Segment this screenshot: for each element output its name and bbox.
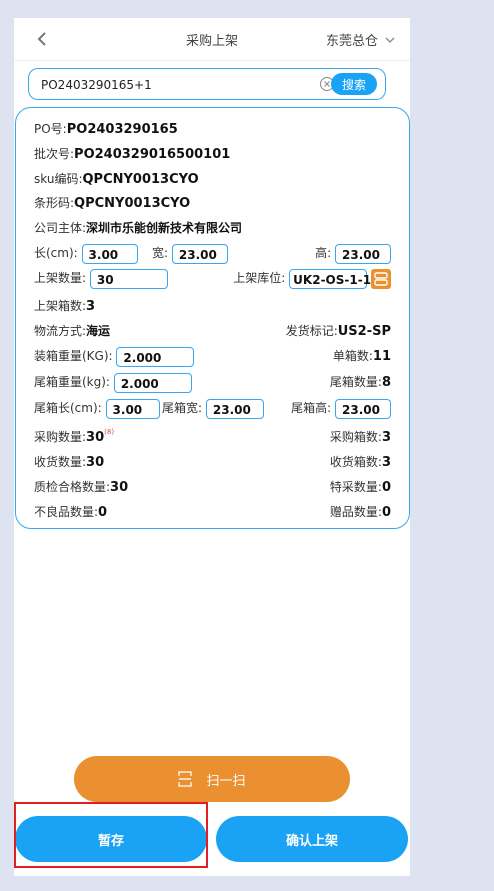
sku-label: sku编码:: [34, 172, 83, 186]
shelf-qty-label: 上架数量:: [34, 271, 87, 285]
special-qty-value: 0: [381, 480, 391, 495]
received-row: 收货数量:30 收货箱数:3: [34, 453, 391, 470]
location-label: 上架库位:: [233, 271, 286, 285]
po-label: PO号:: [34, 122, 67, 136]
length-label: 长(cm):: [34, 246, 78, 260]
purchase-boxes-value: 3: [381, 430, 391, 445]
batch-label: 批次号:: [34, 147, 75, 161]
qc-qty-value: 30: [110, 480, 129, 495]
shelf-qty-field[interactable]: 30: [89, 268, 168, 289]
shelf-boxes-label: 上架箱数:: [34, 299, 87, 313]
shelf-row: 上架数量: 30 上架库位: UK2-OS-1-1: [34, 266, 391, 290]
company-value: 深圳市乐能创新技术有限公司: [86, 221, 243, 235]
box-weight-field[interactable]: 2.000: [116, 346, 195, 367]
gift-qty-label: 赠品数量:: [329, 505, 382, 519]
tail-qty-value: 8: [381, 375, 391, 390]
header-divider: [14, 60, 410, 61]
header: 采购上架 东莞总仓: [14, 18, 410, 60]
purchase-boxes-label: 采购箱数:: [329, 430, 382, 444]
length-field[interactable]: 3.00: [81, 243, 138, 264]
detail-card: PO号:PO2403290165 批次号:PO240329016500101 s…: [15, 107, 410, 529]
warehouse-label: 东莞总仓: [325, 34, 378, 49]
defect-row: 不良品数量:0 赠品数量:0: [34, 503, 391, 520]
scan-label: 扫一扫: [206, 773, 246, 789]
location-field[interactable]: UK2-OS-1-1: [289, 268, 371, 289]
received-qty-label: 收货数量:: [34, 455, 87, 469]
search-button[interactable]: 搜索: [331, 73, 377, 95]
logistics-value: 海运: [86, 324, 111, 338]
purchase-qty-value: 30: [86, 430, 105, 445]
single-boxes-label: 单箱数:: [332, 349, 373, 363]
qc-row: 质检合格数量:30 特采数量:0: [34, 478, 391, 495]
highlight-box: [14, 802, 208, 868]
special-qty-label: 特采数量:: [329, 480, 382, 494]
tail-len-label: 尾箱长(cm):: [34, 401, 102, 415]
dimensions-row: 长(cm): 3.00 宽: 23.00 高: 23.00: [34, 241, 391, 265]
logistics-label: 物流方式:: [34, 324, 87, 338]
location-picker-button[interactable]: [371, 268, 391, 289]
received-qty-value: 30: [86, 455, 105, 470]
defect-qty-value: 0: [98, 505, 108, 520]
purchase-qty-note: (8): [104, 428, 115, 436]
tail-len-field[interactable]: 3.00: [105, 398, 160, 419]
scan-icon: [178, 771, 193, 787]
tail-hei-label: 尾箱高:: [291, 401, 332, 415]
app-screen: 采购上架 东莞总仓 搜索 PO号:PO2403290165 批次号:PO2403…: [14, 18, 410, 876]
chevron-down-icon: [385, 37, 395, 43]
received-boxes-value: 3: [381, 455, 391, 470]
tail-weight-label: 尾箱重量(kg):: [34, 375, 110, 389]
confirm-shelf-button[interactable]: 确认上架: [216, 816, 408, 862]
sku-value: QPCNY0013CYO: [82, 172, 199, 187]
batch-value: PO240329016500101: [74, 147, 231, 162]
ship-mark-label: 发货标记:: [285, 324, 338, 338]
barcode-value: QPCNY0013CYO: [74, 196, 191, 211]
po-row: PO号:PO2403290165: [34, 120, 391, 137]
shelf-boxes-row: 上架箱数:3: [34, 297, 391, 314]
width-label: 宽:: [152, 246, 169, 260]
batch-row: 批次号:PO240329016500101: [34, 145, 391, 162]
received-boxes-label: 收货箱数:: [329, 455, 382, 469]
tail-dimensions-row: 尾箱长(cm): 3.00 尾箱宽: 23.00 尾箱高: 23.00: [34, 396, 391, 420]
logistics-row: 物流方式:海运 发货标记:US2-SP: [34, 322, 391, 339]
barcode-label: 条形码:: [34, 196, 75, 210]
tail-weight-field[interactable]: 2.000: [113, 372, 192, 393]
ship-mark-value: US2-SP: [337, 324, 391, 339]
defect-qty-label: 不良品数量:: [34, 505, 99, 519]
company-label: 公司主体:: [34, 221, 87, 235]
gift-qty-value: 0: [381, 505, 391, 520]
barcode-row: 条形码:QPCNY0013CYO: [34, 194, 391, 211]
shelf-boxes-value: 3: [86, 299, 96, 314]
qc-qty-label: 质检合格数量:: [34, 480, 111, 494]
height-label: 高:: [315, 246, 332, 260]
po-value: PO2403290165: [66, 122, 178, 137]
height-field[interactable]: 23.00: [335, 243, 391, 264]
list-icon: [374, 271, 388, 286]
sku-row: sku编码:QPCNY0013CYO: [34, 170, 391, 187]
tail-wid-label: 尾箱宽:: [162, 401, 203, 415]
tail-qty-label: 尾箱数量:: [329, 375, 382, 389]
box-weight-label: 装箱重量(KG):: [34, 349, 113, 363]
warehouse-selector[interactable]: 东莞总仓: [326, 30, 396, 49]
tail-weight-row: 尾箱重量(kg): 2.000 尾箱数量:8: [34, 370, 391, 394]
tail-hei-field[interactable]: 23.00: [335, 398, 391, 419]
purchase-qty-label: 采购数量:: [34, 430, 87, 444]
single-boxes-value: 11: [372, 349, 391, 364]
search-input[interactable]: [39, 75, 303, 95]
purchase-row: 采购数量:30(8) 采购箱数:3: [34, 428, 391, 445]
search-bar: 搜索: [28, 68, 386, 100]
tail-wid-field[interactable]: 23.00: [205, 398, 264, 419]
scan-button[interactable]: 扫一扫: [74, 756, 350, 802]
box-weight-row: 装箱重量(KG): 2.000 单箱数:11: [34, 344, 391, 368]
company-row: 公司主体:深圳市乐能创新技术有限公司: [34, 219, 391, 236]
width-field[interactable]: 23.00: [171, 243, 228, 264]
